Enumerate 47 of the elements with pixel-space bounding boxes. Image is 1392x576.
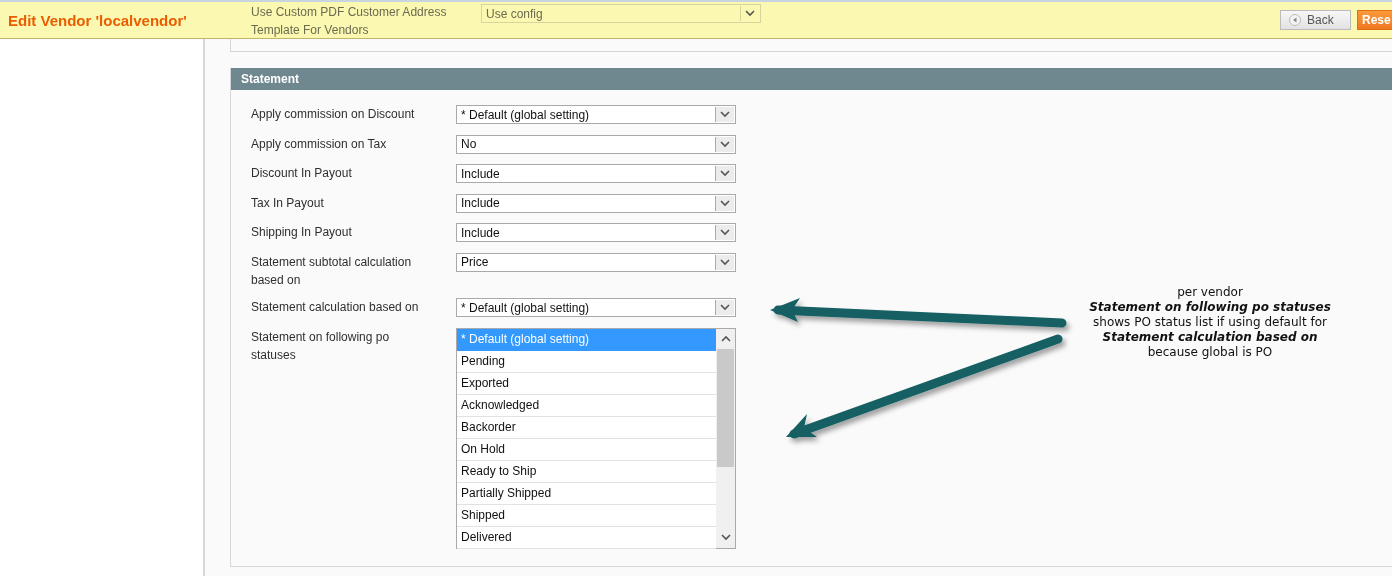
field-label: Statement subtotal calculation based on: [251, 253, 413, 289]
annotation-text: per vendor: [1177, 285, 1243, 300]
scrollbar[interactable]: [716, 328, 735, 548]
field-label: Statement calculation based on: [251, 299, 420, 316]
select-field[interactable]: * Default (global setting): [456, 105, 736, 124]
annotation-text: Statement on following po statuses: [1089, 300, 1331, 315]
field-label: Shipping In Payout: [251, 224, 353, 241]
field-label: Apply commission on Tax: [251, 135, 388, 153]
field-label: Statement on following po statuses: [251, 328, 391, 364]
back-button[interactable]: Back: [1280, 10, 1351, 30]
dropdown-caret-icon: [715, 254, 734, 270]
select-field[interactable]: No: [456, 134, 736, 154]
list-option[interactable]: Backorder: [457, 416, 716, 439]
select-field[interactable]: Price: [456, 252, 736, 272]
list-option[interactable]: Pending: [457, 350, 716, 373]
dropdown-caret-icon: [715, 136, 734, 152]
section-title: Statement: [241, 72, 299, 86]
select-field[interactable]: Use config: [481, 4, 761, 23]
list-option[interactable]: Acknowledged: [457, 394, 716, 417]
scroll-up-icon: [720, 335, 731, 342]
dropdown-caret-icon: [715, 225, 734, 240]
list-option[interactable]: Ready to Ship: [457, 460, 716, 483]
list-option[interactable]: Delivered: [457, 526, 716, 549]
field-label: Tax In Payout: [251, 194, 325, 212]
select-field[interactable]: Include: [456, 164, 736, 183]
dropdown-caret-icon: [715, 166, 734, 181]
select-field[interactable]: * Default (global setting): [456, 298, 736, 317]
list-option[interactable]: On Hold: [457, 438, 716, 461]
annotation-text: shows PO status list if using default for: [1093, 315, 1327, 330]
dropdown-caret-icon: [715, 107, 734, 122]
list-option[interactable]: Exported: [457, 372, 716, 395]
field-label: Discount In Payout: [251, 165, 353, 182]
multiselect-list[interactable]: * Default (global setting) Pending Exported Acknowledged Backorder On Hold Ready to Ship Partially Shipped Shipped Delivered: [456, 327, 736, 549]
list-option[interactable]: Shipped: [457, 504, 716, 527]
field-label: Use Custom PDF Customer Address Template For Vendors: [251, 4, 448, 39]
scrollbar-thumb[interactable]: [717, 348, 734, 467]
dropdown-caret-icon: [715, 300, 734, 315]
select-field[interactable]: Include: [456, 193, 736, 213]
field-label: Apply commission on Discount: [251, 106, 416, 123]
annotation-text: Statement calculation based on: [1102, 330, 1318, 345]
annotation-text: because global is PO: [1147, 345, 1273, 360]
list-option[interactable]: Partially Shipped: [457, 482, 716, 505]
page-title: Edit Vendor 'localvendor': [7, 11, 188, 29]
scroll-down-icon: [720, 534, 731, 541]
dropdown-caret-icon: [715, 195, 734, 211]
back-icon: [1289, 14, 1301, 26]
select-field[interactable]: Include: [456, 223, 736, 242]
